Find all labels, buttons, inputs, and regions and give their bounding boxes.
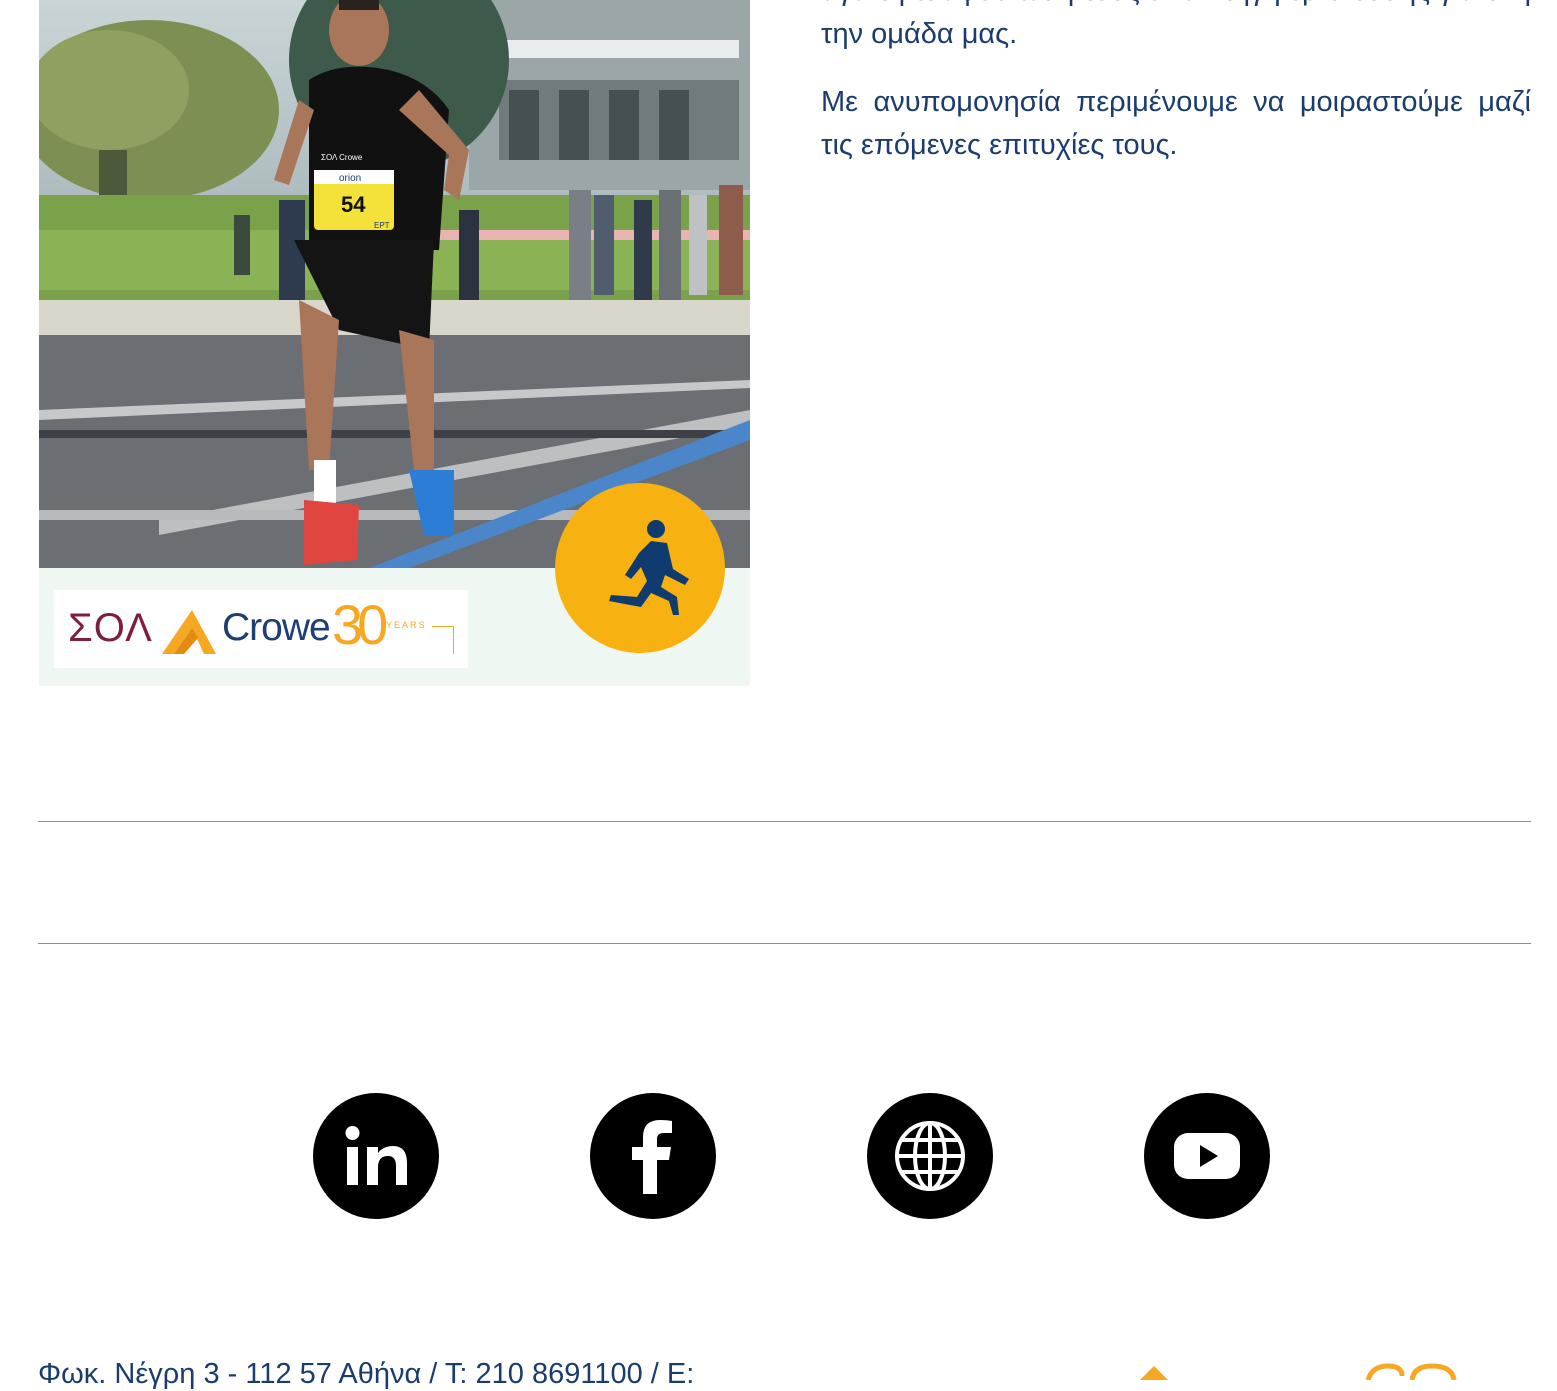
brand-rule: [432, 626, 454, 627]
divider-top: [38, 821, 1531, 822]
svg-text:ΣΟΛ Crowe: ΣΟΛ Crowe: [321, 153, 363, 162]
divider-bottom: [38, 943, 1531, 944]
brand-years-text: YEARS: [386, 620, 427, 630]
article-paragraph: αγάπη & αφοσίωση τους είναι πηγή έμπνευσ…: [821, 0, 1531, 50]
linkedin-icon: [345, 1126, 407, 1185]
article-paragraph: Με ανυπομονησία περιμένουμε να μοιραστού…: [821, 86, 1531, 161]
svg-text:orion: orion: [339, 173, 361, 184]
brand-logo: ΣΟΛ Crowe 30 YEARS: [54, 590, 468, 668]
brand-30-text: 30: [332, 593, 388, 656]
youtube-icon: [1174, 1133, 1240, 1179]
website-link[interactable]: [867, 1093, 993, 1219]
facebook-link[interactable]: [590, 1093, 716, 1219]
linkedin-link[interactable]: [313, 1093, 439, 1219]
mountain-peak-icon: [162, 610, 216, 654]
brand-sol-text: ΣΟΛ: [68, 606, 153, 650]
runner-badge: [555, 483, 725, 653]
footer-brand-logo: [1140, 1363, 1457, 1380]
runner-icon: [609, 520, 689, 615]
brand-crowe-text: Crowe: [222, 606, 331, 649]
article-body: αγάπη & αφοσίωση τους είναι πηγή έμπνευσ…: [821, 0, 1531, 192]
svg-text:ΕΡΤ: ΕΡΤ: [374, 221, 390, 230]
social-links: [0, 1093, 1557, 1219]
youtube-link[interactable]: [1144, 1093, 1270, 1219]
footer-address: Φωκ. Νέγρη 3 - 112 57 Αθήνα / Τ: 210 869…: [38, 1358, 695, 1390]
svg-text:54: 54: [341, 192, 366, 217]
globe-icon: [895, 1121, 965, 1191]
brand-rule-vertical: [453, 626, 454, 654]
facebook-icon: [632, 1120, 672, 1194]
